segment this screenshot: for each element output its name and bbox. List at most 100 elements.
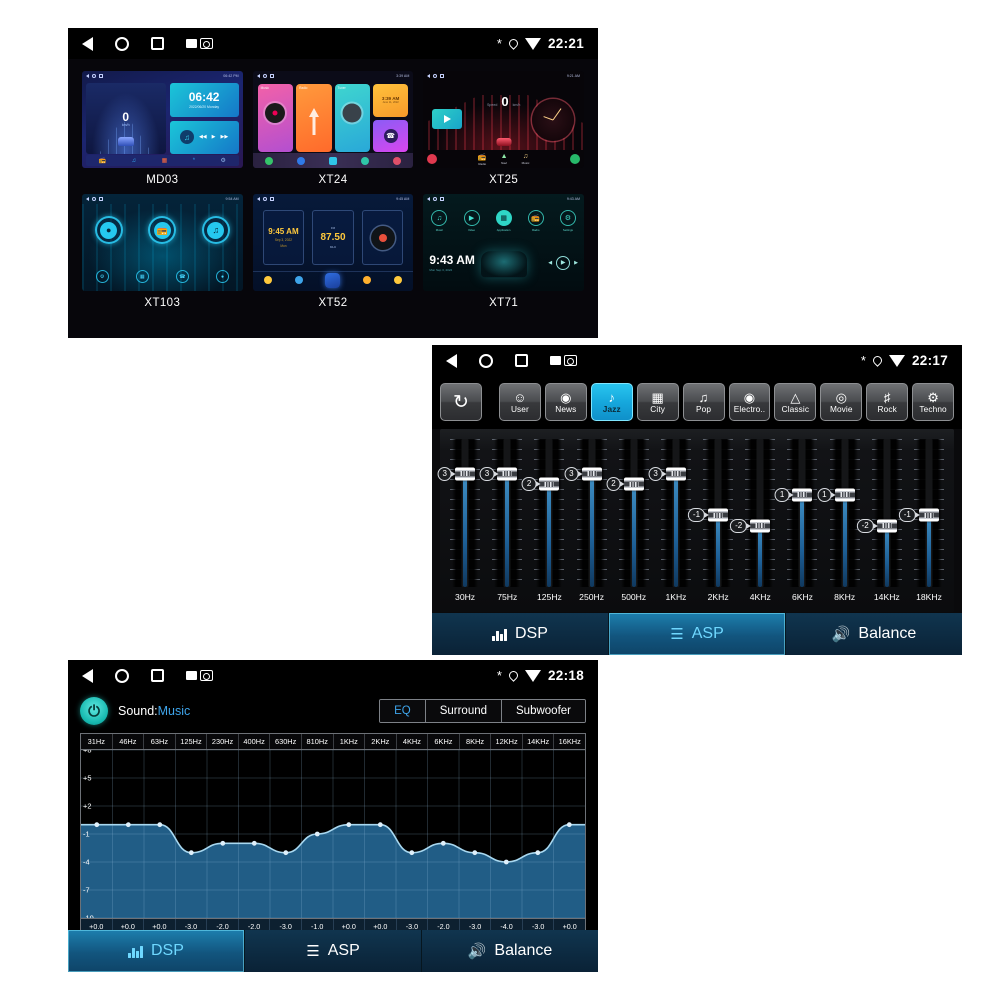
home-icon[interactable] bbox=[479, 353, 493, 368]
eq-slider-knob[interactable] bbox=[876, 519, 897, 533]
eq-slider-knob[interactable] bbox=[581, 467, 602, 481]
dock-icon-1 bbox=[264, 156, 273, 165]
theme-item-xt71[interactable]: 9:43 AM ♫ Music ▶ Video ▦ Application 📻 Radi… bbox=[423, 194, 584, 309]
reset-preset-button[interactable]: ↻ bbox=[440, 383, 482, 421]
screenshot-icon[interactable] bbox=[186, 38, 213, 49]
eq-slider-track[interactable]: 3 bbox=[479, 439, 528, 587]
preset-label: Electro.. bbox=[733, 403, 766, 414]
eq-slider-track[interactable]: 3 bbox=[437, 439, 486, 587]
tab-asp[interactable]: ☰ ASP bbox=[245, 930, 422, 972]
thumb-clock-widget: 06:42 2022/06/20 Monday bbox=[169, 83, 239, 117]
thumb-clock-card: 9:45 AM Sep 3, 2022 Mon bbox=[262, 210, 305, 265]
eq-slider-track[interactable]: 1 bbox=[817, 439, 866, 587]
theme-label: XT103 bbox=[144, 297, 181, 309]
preset-button-user[interactable]: ☺ User bbox=[498, 383, 541, 421]
eq-band-18khz[interactable]: -1 18KHz bbox=[898, 439, 950, 612]
eq-slider-knob[interactable] bbox=[623, 477, 644, 491]
mode-tab-eq[interactable]: EQ bbox=[380, 700, 426, 722]
theme-thumbnail[interactable]: 9:45 AM 9:45 AM Sep 3, 2022 Mon FM 87.50… bbox=[252, 194, 414, 291]
home-icon[interactable] bbox=[115, 36, 129, 51]
preset-button-pop[interactable]: ♫ Pop bbox=[682, 383, 725, 421]
eq-slider-track[interactable]: 1 bbox=[774, 439, 823, 587]
mode-tab-surround[interactable]: Surround bbox=[425, 700, 503, 722]
eq-response-plot[interactable]: +8 +5 +2 -1 -4 -7 -10 bbox=[80, 749, 586, 919]
eq-slider-track[interactable]: -1 bbox=[687, 439, 739, 587]
screenshot-icon[interactable] bbox=[186, 670, 213, 681]
eq-band-30hz[interactable]: 3 30Hz bbox=[437, 439, 486, 612]
theme-label: MD03 bbox=[146, 174, 179, 186]
preset-button-city[interactable]: ▦ City bbox=[636, 383, 679, 421]
eq-band-6khz[interactable]: 1 6KHz bbox=[774, 439, 823, 612]
eq-band-1khz[interactable]: 3 1KHz bbox=[648, 439, 697, 612]
theme-item-xt25[interactable]: 9:21 AM Speed 0 km/h 📻 Radio ▲ Navi ♫ Mu… bbox=[423, 71, 584, 186]
tab-dsp[interactable]: DSP bbox=[68, 930, 245, 972]
tab-dsp[interactable]: DSP bbox=[432, 613, 609, 655]
eq-band-500hz[interactable]: 2 500Hz bbox=[606, 439, 655, 612]
location-icon bbox=[507, 37, 520, 50]
eq-slider-knob[interactable] bbox=[918, 508, 939, 522]
recents-icon[interactable] bbox=[151, 669, 164, 682]
eq-slider-track[interactable]: -2 bbox=[730, 439, 781, 587]
preset-button-classic[interactable]: △ Classic bbox=[774, 383, 817, 421]
eq-slider-knob[interactable] bbox=[750, 519, 771, 533]
eq-slider-track[interactable]: 2 bbox=[521, 439, 570, 587]
thumb-dock: 📻 Radio ▲ Navi ♫ Music bbox=[423, 152, 584, 166]
eq-band-250hz[interactable]: 3 250Hz bbox=[564, 439, 613, 612]
screenshot-icon[interactable] bbox=[550, 355, 577, 366]
preset-button-jazz[interactable]: ♪ Jazz bbox=[590, 383, 633, 421]
back-icon[interactable] bbox=[82, 668, 93, 683]
preset-button-movie[interactable]: ◎ Movie bbox=[820, 383, 863, 421]
theme-thumbnail[interactable]: 9:21 AM Speed 0 km/h 📻 Radio ▲ Navi ♫ Mu… bbox=[423, 71, 584, 168]
theme-item-xt103[interactable]: 9:54 AM ● 📻 ♫ ⚙ ▦ ☎ ● XT103 bbox=[82, 194, 243, 309]
eq-band-14khz[interactable]: -2 14KHz bbox=[856, 439, 908, 612]
eq-slider-track[interactable]: -1 bbox=[898, 439, 950, 587]
preset-button-rock[interactable]: ♯ Rock bbox=[866, 383, 909, 421]
eq-slider-track[interactable]: 2 bbox=[606, 439, 655, 587]
preset-button-techno[interactable]: ⚙ Techno bbox=[912, 383, 955, 421]
eq-slider-knob[interactable] bbox=[834, 488, 855, 502]
eq-band-label: 250Hz bbox=[579, 592, 605, 602]
back-icon[interactable] bbox=[446, 353, 457, 368]
recents-icon[interactable] bbox=[515, 354, 528, 367]
theme-thumbnail[interactable]: 06:42 PM 0 km/h 06:42 2022/06/20 Monday bbox=[82, 71, 243, 168]
eq-band-75hz[interactable]: 3 75Hz bbox=[479, 439, 528, 612]
eq-value-badge: -2 bbox=[730, 518, 748, 533]
eq-slider-knob[interactable] bbox=[539, 477, 560, 491]
eq-band-125hz[interactable]: 2 125Hz bbox=[521, 439, 570, 612]
equalizer-icon bbox=[128, 944, 143, 958]
eq-slider-fill bbox=[631, 484, 636, 587]
eq-slider-knob[interactable] bbox=[708, 508, 729, 522]
theme-item-xt24[interactable]: 3:39 AM Music Radio Tuner 3:39 AM June 1… bbox=[252, 71, 414, 186]
theme-item-md03[interactable]: 06:42 PM 0 km/h 06:42 2022/06/20 Monday bbox=[82, 71, 243, 186]
icon-radio: 📻 Radio bbox=[527, 210, 544, 232]
card-label: Tuner bbox=[337, 86, 346, 90]
preset-button-electro[interactable]: ◉ Electro.. bbox=[728, 383, 771, 421]
mode-tab-subwoofer[interactable]: Subwoofer bbox=[502, 700, 585, 722]
dock-icon-3 bbox=[328, 156, 337, 165]
theme-thumbnail[interactable]: 9:54 AM ● 📻 ♫ ⚙ ▦ ☎ ● bbox=[82, 194, 243, 291]
tab-asp[interactable]: ☰ ASP bbox=[609, 613, 786, 655]
theme-thumbnail[interactable]: 3:39 AM Music Radio Tuner 3:39 AM June 1… bbox=[252, 71, 414, 168]
back-icon[interactable] bbox=[82, 36, 93, 51]
equalizer-sliders[interactable]: 3 30Hz 3 75Hz 2 125Hz 3 250Hz 2 500Hz 3 1KHz -1 2KHz -… bbox=[437, 429, 954, 612]
tab-balance[interactable]: 🔊 Balance bbox=[786, 613, 962, 655]
eq-slider-knob[interactable] bbox=[792, 488, 813, 502]
eq-value-badge: -2 bbox=[856, 518, 874, 533]
eq-slider-knob[interactable] bbox=[497, 467, 518, 481]
power-icon[interactable]: ⏻ bbox=[80, 697, 108, 725]
eq-band-4khz[interactable]: -2 4KHz bbox=[730, 439, 781, 612]
theme-item-xt52[interactable]: 9:45 AM 9:45 AM Sep 3, 2022 Mon FM 87.50… bbox=[252, 194, 414, 309]
theme-thumbnail[interactable]: 9:43 AM ♫ Music ▶ Video ▦ Application 📻 Radi… bbox=[423, 194, 584, 291]
eq-slider-track[interactable]: 3 bbox=[564, 439, 613, 587]
eq-graph[interactable]: 31Hz 46Hz 63Hz 125Hz 230Hz 400Hz 630Hz 810Hz 1KH… bbox=[80, 733, 586, 934]
eq-slider-knob[interactable] bbox=[665, 467, 686, 481]
home-icon[interactable] bbox=[115, 668, 129, 683]
tab-balance[interactable]: 🔊 Balance bbox=[422, 930, 598, 972]
eq-slider-knob[interactable] bbox=[455, 467, 476, 481]
thumb-video-widget bbox=[432, 109, 463, 129]
recents-icon[interactable] bbox=[151, 37, 164, 50]
thumb-status-bar: 06:42 PM bbox=[82, 71, 243, 80]
preset-button-news[interactable]: ◉ News bbox=[544, 383, 587, 421]
bottom-tab-bar-dsp: DSP ☰ ASP 🔊 Balance bbox=[68, 930, 598, 972]
bluetooth-icon: * bbox=[192, 157, 196, 164]
